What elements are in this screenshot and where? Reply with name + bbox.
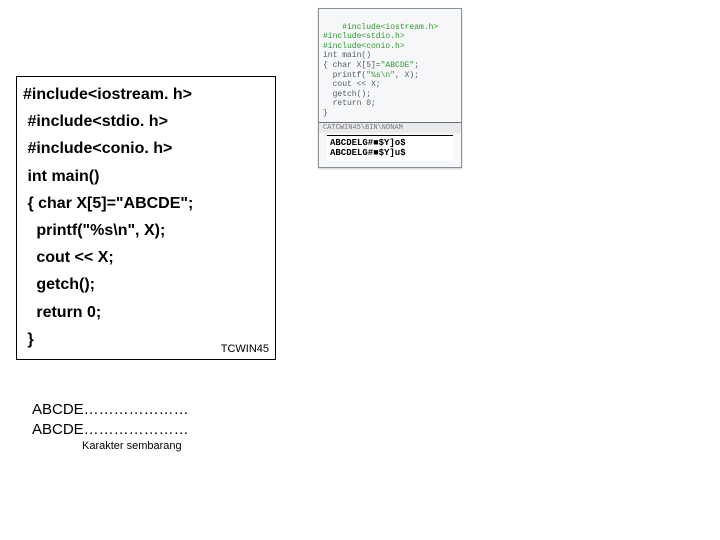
code-line: cout << X; xyxy=(23,244,269,271)
code-line: getch(); xyxy=(23,271,269,298)
code-line: printf("%s\n", X); xyxy=(23,217,269,244)
code-line: { char X[5]="ABCDE"; xyxy=(23,190,269,217)
output-line: ABCDE………………… xyxy=(32,400,189,420)
thumb-console: ABCDELG#■$Y]o$ ABCDELG#■$Y]u$ xyxy=(327,135,453,162)
thumb-output-panel: CATCWIN45\BIN\NONAM ABCDELG#■$Y]o$ ABCDE… xyxy=(319,122,461,162)
code-line: int main() xyxy=(23,163,269,190)
thumb-titlebar: CATCWIN45\BIN\NONAM xyxy=(319,123,461,133)
code-line: return 0; xyxy=(23,299,269,326)
code-box: #include<iostream. h> #include<stdio. h>… xyxy=(16,76,276,360)
output-caption: Karakter sembarang xyxy=(82,440,182,452)
ide-thumbnail: #include<iostream.h> #include<stdio.h> #… xyxy=(318,8,462,168)
code-line: #include<iostream. h> xyxy=(23,81,269,108)
thumb-code: #include<iostream.h> #include<stdio.h> #… xyxy=(319,9,461,122)
output-line: ABCDE………………… xyxy=(32,420,189,440)
code-line: #include<stdio. h> xyxy=(23,108,269,135)
code-line: #include<conio. h> xyxy=(23,135,269,162)
expected-output: ABCDE………………… ABCDE………………… xyxy=(32,400,189,439)
compiler-label: TCWIN45 xyxy=(221,343,269,355)
